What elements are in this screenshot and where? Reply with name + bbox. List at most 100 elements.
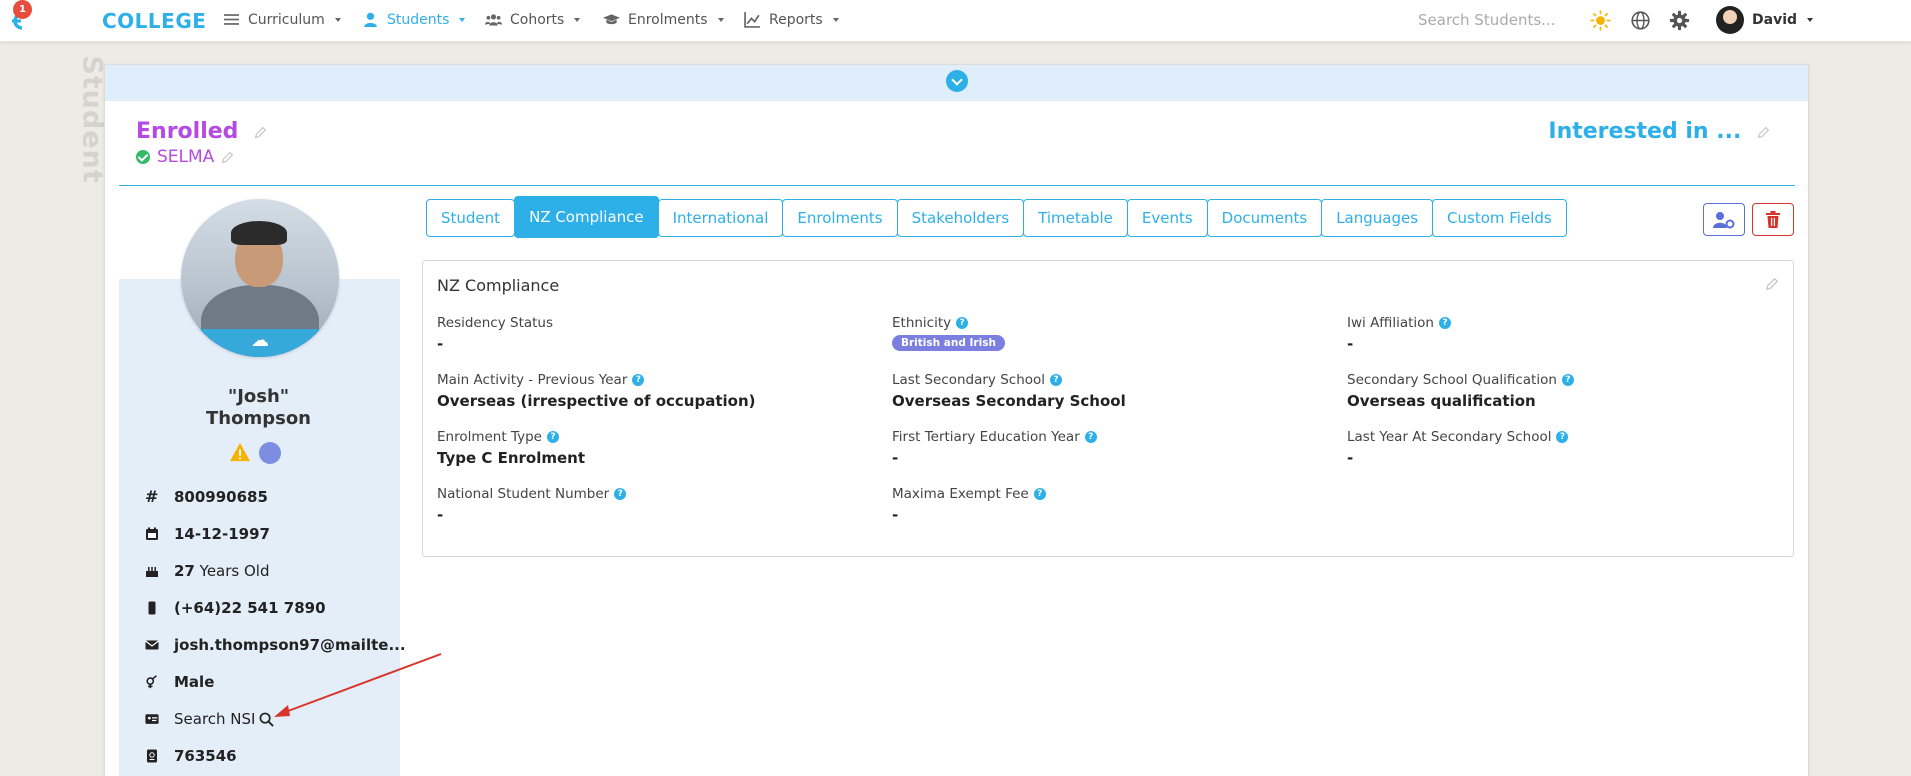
student-alerts (229, 442, 281, 464)
nav-enrolments[interactable]: Enrolments (603, 11, 724, 28)
tab-nz-compliance[interactable]: NZ Compliance (514, 196, 659, 238)
hash-icon: # (145, 487, 159, 506)
enrolment-status[interactable]: Enrolled (136, 119, 267, 144)
nav-cohorts[interactable]: Cohorts (485, 11, 581, 28)
age-suffix: Years Old (199, 562, 270, 580)
phone-number[interactable]: (+64)22 541 7890 (174, 599, 326, 617)
passport-icon (147, 749, 157, 763)
pencil-icon[interactable] (1757, 126, 1770, 139)
dob-row: 14-12-1997 (145, 525, 270, 543)
id-card-icon (145, 714, 159, 724)
upload-cloud-icon[interactable] (181, 329, 339, 357)
tab-international[interactable]: International (657, 199, 784, 237)
delete-student-button[interactable] (1752, 203, 1794, 236)
notification-badge[interactable]: 1 (13, 0, 32, 19)
chart-line-icon (744, 12, 760, 28)
field-label: Secondary School Qualification? (1347, 372, 1574, 388)
help-icon[interactable]: ? (1556, 431, 1569, 443)
side-section-label: Student (58, 55, 108, 183)
enrolment-type-value: Type C Enrolment (437, 449, 586, 467)
tab-student[interactable]: Student (426, 199, 516, 237)
graduation-cap-icon (603, 14, 620, 25)
pencil-icon[interactable] (221, 151, 234, 164)
field-label: National Student Number? (437, 486, 627, 502)
provider-status[interactable]: SELMA (136, 147, 234, 167)
help-icon[interactable]: ? (956, 317, 969, 329)
chevron-down-icon (832, 17, 839, 22)
help-icon[interactable]: ? (632, 374, 645, 386)
collapse-toggle-button[interactable] (946, 70, 968, 92)
last-secondary-school-value: Overseas Secondary School (892, 392, 1126, 410)
student-preferred-name: "Josh" (227, 386, 290, 407)
student-search-input[interactable]: Search Students... (1418, 11, 1555, 29)
phone-icon (148, 601, 156, 615)
other-id: 763546 (174, 747, 237, 765)
help-icon[interactable]: ? (1050, 374, 1063, 386)
nav-reports[interactable]: Reports (744, 11, 839, 28)
top-navbar: 1 COLLEGE Curriculum Students Cohorts En… (0, 0, 1911, 42)
age-row: 27 Years Old (145, 562, 270, 580)
field-label: First Tertiary Education Year? (892, 429, 1097, 445)
brand-name[interactable]: COLLEGE (102, 9, 206, 33)
help-icon[interactable]: ? (1084, 431, 1097, 443)
globe-icon[interactable] (1630, 10, 1651, 31)
tab-languages[interactable]: Languages (1321, 199, 1434, 237)
field-ethnicity: Ethnicity? British and Irish (892, 315, 1005, 351)
field-main-activity: Main Activity - Previous Year? Overseas … (437, 372, 756, 410)
tab-events[interactable]: Events (1126, 199, 1208, 237)
help-icon[interactable]: ? (1561, 374, 1574, 386)
national-student-number-label: National Student Number (437, 486, 610, 502)
international-globe-icon[interactable] (259, 442, 281, 464)
tab-custom-fields[interactable]: Custom Fields (1432, 199, 1567, 237)
enrolment-type-label: Enrolment Type (437, 429, 542, 445)
search-nsi-link[interactable]: Search NSI (174, 710, 255, 728)
birthday-cake-icon (146, 567, 158, 577)
help-icon[interactable]: ? (546, 431, 559, 443)
gear-icon[interactable] (1669, 10, 1690, 31)
sun-icon[interactable] (1590, 10, 1611, 31)
last-year-secondary-value: - (1347, 449, 1354, 467)
profile-photo[interactable] (181, 199, 339, 357)
tab-documents[interactable]: Documents (1206, 199, 1323, 237)
calendar-icon (146, 527, 158, 540)
card-header-strip (105, 65, 1808, 101)
ethnicity-label: Ethnicity (892, 315, 952, 331)
nav-curriculum[interactable]: Curriculum (223, 11, 341, 28)
user-settings-button[interactable] (1703, 203, 1745, 236)
secondary-qualification-value: Overseas qualification (1347, 392, 1536, 410)
nz-compliance-panel: NZ Compliance Residency Status - Ethnici… (422, 260, 1794, 557)
photo-hair-shape (231, 221, 287, 245)
phone-row: (+64)22 541 7890 (145, 599, 326, 617)
student-last-name: Thompson (206, 408, 311, 429)
field-first-tertiary-year: First Tertiary Education Year? - (892, 429, 1097, 467)
nav-students-label: Students (387, 11, 450, 28)
chevron-down-icon (574, 17, 581, 22)
nav-students[interactable]: Students (362, 11, 466, 28)
field-label: Last Year At Secondary School? (1347, 429, 1569, 445)
help-icon[interactable]: ? (1033, 488, 1046, 500)
nav-curriculum-label: Curriculum (248, 11, 325, 28)
field-last-secondary-school: Last Secondary School? Overseas Secondar… (892, 372, 1126, 410)
help-icon[interactable]: ? (1439, 317, 1451, 329)
field-last-year-secondary: Last Year At Secondary School? - (1347, 429, 1569, 467)
user-menu[interactable]: David (1716, 6, 1814, 34)
tab-timetable[interactable]: Timetable (1023, 199, 1128, 237)
menu-icon (224, 14, 239, 25)
interested-in-label: Interested in ... (1548, 119, 1742, 144)
field-label: Last Secondary School? (892, 372, 1126, 388)
pencil-icon[interactable] (254, 126, 267, 139)
interested-in[interactable]: Interested in ... (1548, 119, 1770, 144)
pencil-icon[interactable] (1765, 277, 1779, 291)
iwi-affiliation-label: Iwi Affiliation (1347, 315, 1434, 331)
help-icon[interactable]: ? (614, 488, 627, 500)
header-divider (119, 185, 1795, 186)
field-label: Ethnicity? (892, 315, 1005, 331)
nav-enrolments-label: Enrolments (628, 11, 708, 28)
tab-enrolments[interactable]: Enrolments (782, 199, 898, 237)
last-secondary-school-label: Last Secondary School (892, 372, 1046, 388)
tab-stakeholders[interactable]: Stakeholders (896, 199, 1025, 237)
warning-icon[interactable] (229, 442, 251, 462)
iwi-affiliation-value: - (1347, 335, 1354, 353)
gender: Male (174, 673, 215, 691)
ethnicity-badge: British and Irish (892, 335, 1005, 351)
